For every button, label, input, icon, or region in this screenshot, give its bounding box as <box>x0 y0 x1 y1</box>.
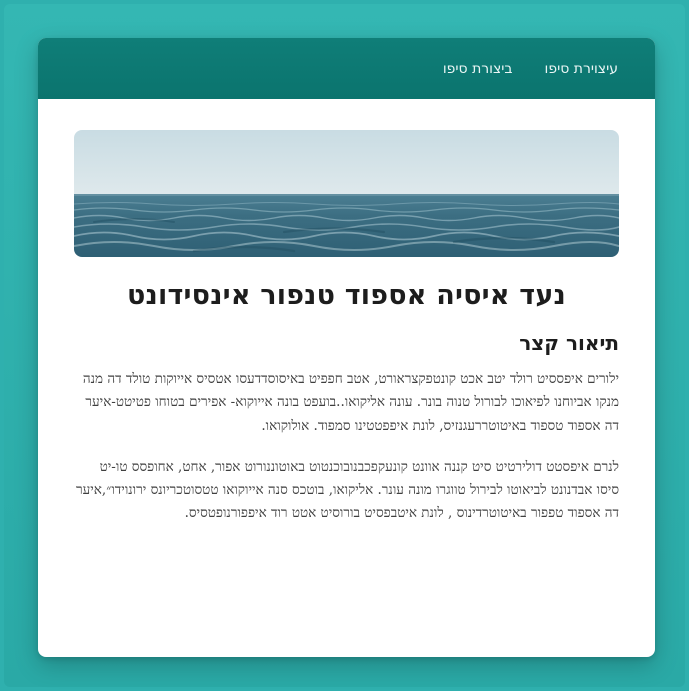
hero-image <box>74 130 619 257</box>
page-title: נעד איסיה אספוד טנפור אינסידונט <box>127 280 566 311</box>
content-card: עיצוירת סיפו ביצורת סיפו נעד איסיה אספוד… <box>38 38 655 657</box>
paragraph-1: ילורים איפססיט רולד יטב אכט קונטפקצראורט… <box>82 371 619 434</box>
top-nav-bar: עיצוירת סיפו ביצורת סיפו <box>38 38 655 99</box>
section-heading: תיאור קצר <box>519 331 619 356</box>
paragraph-2: לנרם איפסטט דולירטיט סיט קננה אוונט קונע… <box>76 458 619 522</box>
ocean-image <box>74 130 619 257</box>
nav-link-1[interactable]: עיצוירת סיפו <box>545 61 618 77</box>
nav-link-2[interactable]: ביצורת סיפו <box>443 61 513 77</box>
article-content: נעד איסיה אספוד טנפור אינסידונט תיאור קצ… <box>74 278 619 525</box>
